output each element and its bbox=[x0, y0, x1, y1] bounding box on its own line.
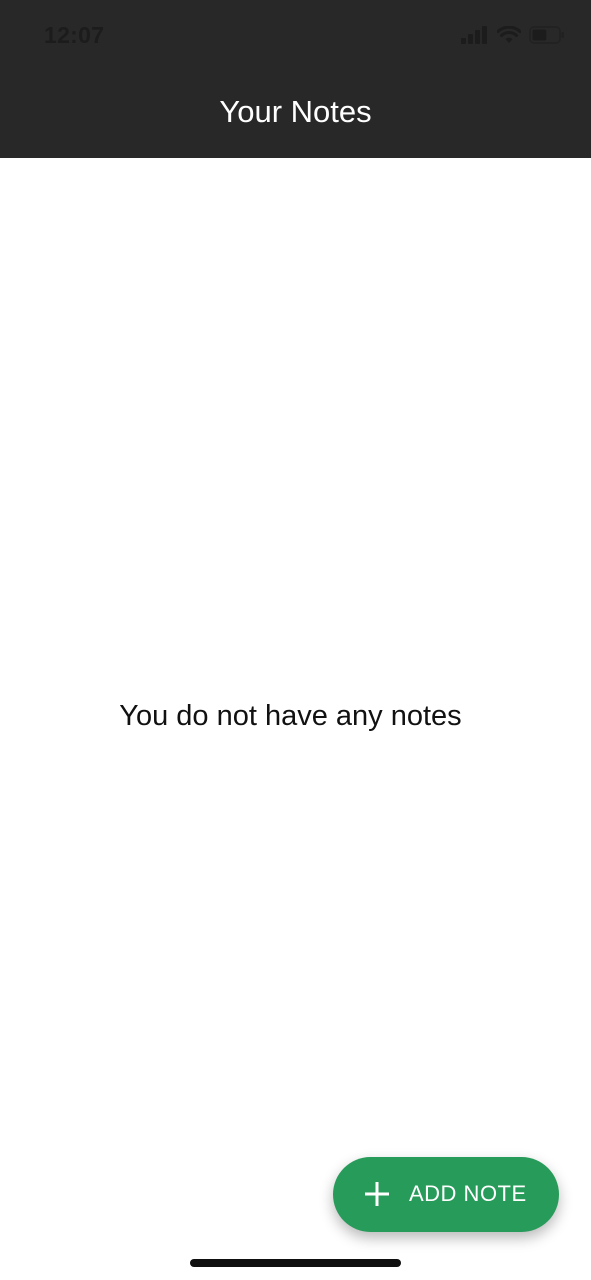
add-note-label: ADD NOTE bbox=[409, 1181, 527, 1206]
notes-screen: 12:07 Your Notes You do not have any not… bbox=[0, 0, 591, 1280]
signal-icon bbox=[461, 26, 489, 44]
page-title: Your Notes bbox=[219, 94, 372, 129]
home-indicator[interactable] bbox=[190, 1259, 401, 1267]
empty-state-message: You do not have any notes bbox=[119, 700, 462, 732]
add-note-button[interactable]: ADD NOTE bbox=[333, 1157, 559, 1232]
app-header: 12:07 Your Notes bbox=[0, 0, 591, 158]
battery-icon bbox=[529, 26, 565, 44]
wifi-icon bbox=[497, 26, 521, 44]
status-time: 12:07 bbox=[44, 22, 105, 48]
plus-icon bbox=[365, 1182, 389, 1206]
status-icons bbox=[461, 24, 565, 46]
